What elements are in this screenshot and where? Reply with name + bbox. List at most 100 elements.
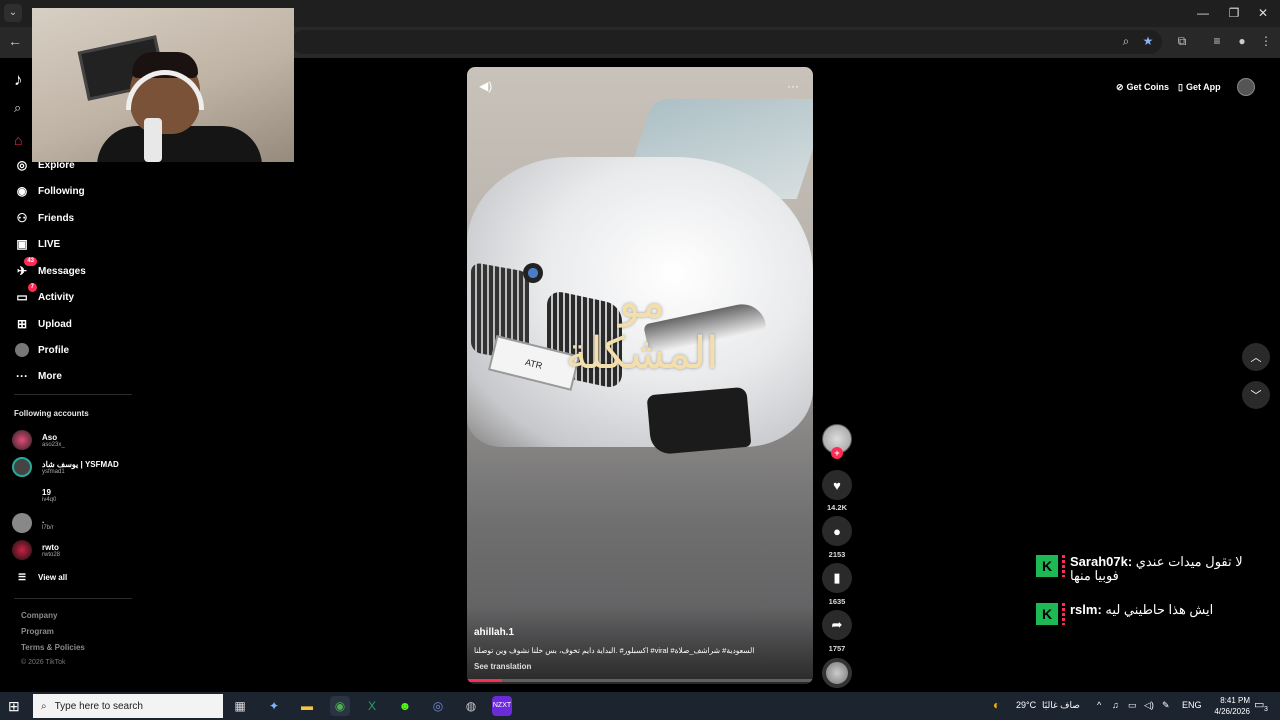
copilot-icon[interactable]: ✦ — [264, 696, 284, 716]
weather-icon[interactable]: ◐ — [993, 698, 1000, 712]
avatar — [12, 457, 32, 477]
home-icon[interactable]: ⌂ — [14, 132, 22, 150]
account-name: . — [42, 515, 45, 525]
chat-message-text: ايش هذا حاطيني ليه — [1105, 602, 1214, 617]
get-coins-button[interactable]: ⊘ Get Coins — [1116, 79, 1169, 95]
comment-button[interactable]: ● — [822, 516, 852, 546]
following-account-item[interactable]: يوسف شاد | YSFMAD ysfmad1 — [12, 454, 142, 480]
volume-icon[interactable]: ◀) — [479, 79, 492, 93]
video-author[interactable]: ahillah.1 — [474, 627, 514, 638]
close-window-button[interactable]: ✕ — [1246, 0, 1280, 27]
footer-link-terms[interactable]: Terms & Policies — [21, 643, 85, 652]
nzxt-icon[interactable]: NZXT — [492, 696, 512, 716]
account-handle: l7b/r — [42, 524, 54, 531]
kick-app-icon[interactable]: ☻ — [395, 696, 415, 716]
chrome-icon[interactable]: ◉ — [330, 696, 350, 716]
sidebar-item-label: Activity — [38, 291, 75, 303]
sidebar-item-more[interactable]: ··· More — [12, 365, 132, 387]
following-account-item[interactable]: Aso aso23x_ — [12, 427, 142, 453]
volume-tray-icon[interactable]: ◁) — [1144, 700, 1154, 711]
notifications-icon[interactable]: ▭ — [1254, 698, 1264, 711]
account-handle: aso23x_ — [42, 441, 65, 448]
avatar — [12, 485, 32, 505]
search-icon: ⌕ — [41, 700, 47, 712]
kick-logo-icon: K — [1036, 555, 1058, 577]
discord-icon[interactable]: ◎ — [428, 696, 448, 716]
tray-chevron-icon[interactable]: ^ — [1097, 700, 1101, 710]
video-progress-track[interactable] — [467, 679, 813, 682]
previous-video-button[interactable]: ︿ — [1242, 343, 1270, 371]
activity-icon: ▭ 7 — [12, 283, 37, 307]
language-indicator[interactable]: ENG — [1182, 700, 1202, 710]
excel-icon[interactable]: X — [362, 696, 382, 716]
sidebar-item-label: Upload — [38, 318, 72, 330]
chat-message: K Sarah07k: لا تقول ميدات عندي فوبيا منه… — [1036, 555, 1260, 583]
system-clock[interactable]: 8:41 PM 4/26/2026 — [1200, 695, 1250, 717]
following-accounts-title: Following accounts — [14, 409, 89, 418]
following-account-item[interactable]: . l7b/r — [12, 510, 142, 536]
sidebar-item-following[interactable]: ◉ Following — [12, 180, 132, 202]
video-progress-fill — [467, 679, 502, 682]
minimize-button[interactable]: — — [1186, 0, 1220, 27]
profile-icon[interactable]: ● — [1234, 34, 1250, 48]
save-button[interactable]: ▮ — [822, 563, 852, 593]
share-button[interactable]: ➦ — [822, 610, 852, 640]
sidebar-item-live[interactable]: ▣ LIVE — [12, 233, 132, 255]
windows-start-icon[interactable]: ⊞ — [8, 698, 20, 715]
see-translation-link[interactable]: See translation — [474, 662, 531, 671]
friends-icon: ⚇ — [16, 211, 28, 225]
get-app-button[interactable]: ▯ Get App — [1178, 79, 1221, 95]
notification-count: 3 — [1264, 706, 1268, 713]
webcam-overlay — [32, 8, 294, 162]
clock-time: 8:41 PM — [1220, 696, 1250, 705]
following-account-item[interactable]: rwto rwto28 — [12, 537, 142, 563]
chat-text: Sarah07k: لا تقول ميدات عندي فوبيا منها — [1070, 555, 1260, 583]
video-player[interactable]: ATR مو المشكلة ◀) ··· ahillah.1 السعودية… — [467, 67, 813, 684]
like-button[interactable]: ♥ — [822, 470, 852, 500]
account-name: rwto — [42, 542, 59, 552]
account-name: يوسف شاد | YSFMAD — [42, 459, 119, 469]
menu-icon[interactable]: ⋮ — [1258, 34, 1274, 48]
mic-tray-icon[interactable]: ♫ — [1112, 700, 1119, 710]
sidebar-item-profile[interactable]: Profile — [12, 339, 132, 361]
chat-username: Sarah07k: — [1070, 554, 1133, 569]
follow-plus-icon[interactable]: + — [831, 447, 843, 459]
footer-link-company[interactable]: Company — [21, 611, 57, 620]
weather-desc[interactable]: صاف غالبًا — [1042, 700, 1080, 711]
tab-search-button[interactable]: ⌄ — [4, 4, 22, 22]
sidebar-item-messages[interactable]: ✈ 43 Messages — [12, 257, 132, 282]
pen-icon[interactable]: ✎ — [1162, 700, 1170, 711]
zoom-icon[interactable]: ⌕ — [1118, 34, 1134, 49]
tiktok-logo-icon[interactable]: ♪ — [14, 70, 23, 90]
file-explorer-icon[interactable]: ▬ — [297, 696, 317, 716]
search-icon[interactable]: ⌕ — [14, 100, 21, 116]
more-options-icon[interactable]: ··· — [787, 79, 799, 93]
following-account-item[interactable]: 19 iv4q0 — [12, 482, 142, 508]
star-icon[interactable]: ★ — [1140, 34, 1156, 48]
music-disc-icon[interactable] — [822, 658, 852, 688]
obs-icon[interactable]: ◍ — [461, 696, 481, 716]
extensions-icon[interactable]: ⧉ — [1174, 34, 1190, 49]
media-icon[interactable]: ≡ — [1209, 34, 1225, 48]
next-video-button[interactable]: ﹀ — [1242, 381, 1270, 409]
sidebar-item-upload[interactable]: ⊞ Upload — [12, 313, 132, 335]
user-avatar[interactable] — [1237, 78, 1255, 96]
sidebar-item-activity[interactable]: ▭ 7 Activity — [12, 283, 132, 308]
view-all-link[interactable]: ☰ View all — [12, 566, 132, 588]
back-button[interactable]: ← — [8, 33, 22, 49]
messages-badge: 43 — [24, 257, 37, 266]
footer-link-program[interactable]: Program — [21, 627, 54, 636]
network-icon[interactable]: ▭ — [1128, 700, 1137, 711]
video-calligraphy-text: مو المشكلة — [565, 277, 719, 379]
account-handle: ysfmad1 — [42, 468, 65, 475]
task-view-icon[interactable]: ▦ — [230, 696, 250, 716]
messages-icon: ✈ 43 — [12, 257, 37, 281]
like-count: 14.2K — [826, 503, 847, 512]
sidebar-item-label: Following — [38, 185, 85, 197]
coin-icon: ⊘ — [1116, 81, 1124, 92]
url-input[interactable] — [292, 30, 1162, 54]
get-coins-label: Get Coins — [1126, 82, 1170, 92]
weather-temp[interactable]: 29°C — [1016, 700, 1036, 710]
sidebar-item-friends[interactable]: ⚇ Friends — [12, 207, 132, 229]
taskbar-search-box[interactable]: ⌕ Type here to search — [33, 694, 223, 718]
